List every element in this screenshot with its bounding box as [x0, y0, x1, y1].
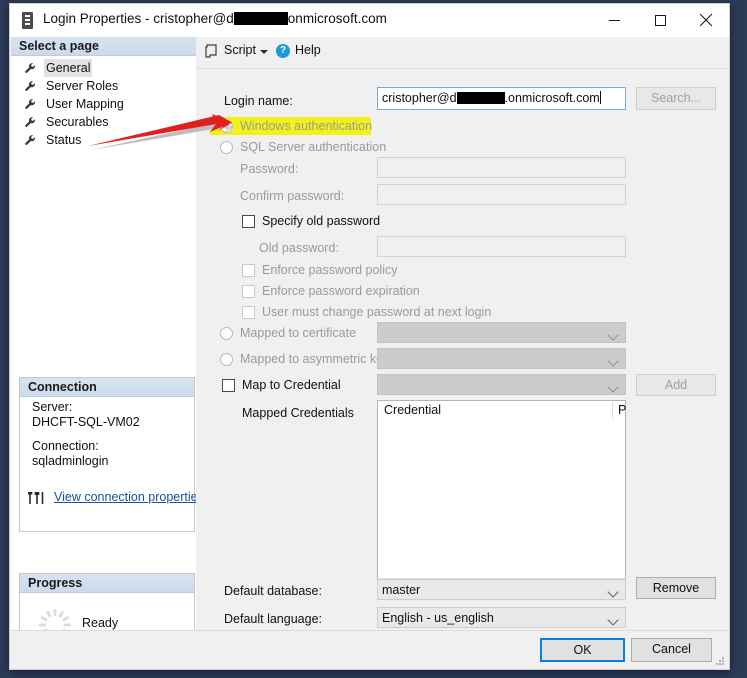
sidebar-item-server-roles[interactable]: Server Roles: [11, 77, 196, 95]
connection-value: sqladminlogin: [32, 454, 109, 468]
select-a-page-header: Select a page: [11, 37, 196, 56]
default-database-dropdown[interactable]: master: [377, 579, 626, 600]
credential-column-header: Credential: [384, 403, 441, 417]
enforce-password-policy-checkbox[interactable]: [242, 264, 255, 277]
default-language-value: English - us_english: [382, 611, 494, 625]
map-to-credential-checkbox[interactable]: [222, 379, 235, 392]
old-password-input[interactable]: [377, 236, 626, 257]
wrench-icon: [25, 117, 36, 127]
mapped-to-certificate-radio[interactable]: [220, 327, 233, 340]
default-language-label: Default language:: [224, 612, 322, 626]
confirm-password-input[interactable]: [377, 184, 626, 205]
maximize-button[interactable]: [637, 4, 683, 36]
provider-column-header: P: [618, 403, 627, 417]
toolbar: Script ? Help: [196, 37, 728, 69]
specify-old-password-checkbox[interactable]: [242, 215, 255, 228]
search-button[interactable]: Search...: [636, 87, 716, 110]
sidebar-item-label: Server Roles: [46, 79, 119, 93]
help-button[interactable]: Help: [295, 43, 321, 57]
default-language-dropdown[interactable]: English - us_english: [377, 607, 626, 628]
script-button[interactable]: Script: [224, 43, 256, 57]
mapped-credentials-listbox[interactable]: Credential P: [377, 400, 626, 597]
must-change-password-checkbox[interactable]: [242, 306, 255, 319]
connection-header: Connection: [20, 378, 194, 397]
mapped-to-certificate-label: Mapped to certificate: [240, 326, 357, 340]
wrench-icon: [25, 81, 36, 91]
title-bar: Login Properties - cristopher@d onmicroso…: [10, 4, 729, 38]
password-input[interactable]: [377, 157, 626, 178]
listbox-header: Credential P: [378, 401, 627, 421]
windows-auth-label: Windows authentication: [240, 119, 373, 133]
chevron-down-icon: [607, 329, 619, 341]
remove-button[interactable]: Remove: [636, 577, 716, 599]
must-change-password-label: User must change password at next login: [262, 305, 492, 319]
connection-tools-icon: [28, 492, 44, 504]
text-caret: [599, 91, 601, 104]
certificate-dropdown[interactable]: [377, 322, 626, 343]
chevron-down-icon: [607, 355, 619, 367]
server-value: DHCFT-SQL-VM02: [32, 415, 140, 429]
server-icon: [22, 12, 33, 29]
server-label: Server:: [32, 400, 73, 414]
default-database-label: Default database:: [224, 584, 322, 598]
progress-status: Ready: [82, 616, 119, 630]
resize-grip-icon[interactable]: [714, 655, 725, 666]
sql-auth-label: SQL Server authentication: [240, 140, 387, 154]
cancel-button[interactable]: Cancel: [631, 638, 712, 662]
view-connection-properties-link[interactable]: View connection properties: [54, 490, 204, 504]
chevron-down-icon: [607, 614, 619, 626]
credential-dropdown[interactable]: [377, 374, 626, 395]
connection-panel: Connection Server: DHCFT-SQL-VM02 Connec…: [19, 377, 204, 532]
enforce-password-expiration-checkbox[interactable]: [242, 285, 255, 298]
default-database-value: master: [382, 583, 421, 597]
mapped-credentials-label: Mapped Credentials: [242, 406, 354, 420]
chevron-down-icon: [607, 381, 619, 393]
login-name-prefix: cristopher@d: [382, 91, 457, 105]
sidebar-item-general[interactable]: General: [11, 59, 196, 77]
enforce-password-expiration-label: Enforce password expiration: [262, 284, 420, 298]
ok-button[interactable]: OK: [540, 638, 625, 662]
window-title: Login Properties - cristopher@d onmicroso…: [43, 11, 387, 26]
connection-body: Server: DHCFT-SQL-VM02 Connection: sqlad…: [32, 400, 188, 478]
mapped-to-asymmetric-key-radio[interactable]: [220, 353, 233, 366]
window-title-prefix: Login Properties - cristopher@d: [43, 11, 234, 26]
progress-header: Progress: [20, 574, 194, 593]
enforce-password-policy-label: Enforce password policy: [262, 263, 398, 277]
wrench-icon: [25, 63, 36, 73]
dialog-footer: OK Cancel: [11, 630, 728, 668]
login-name-input[interactable]: cristopher@d .onmicrosoft.com: [377, 87, 626, 110]
wrench-icon: [25, 99, 36, 109]
close-button[interactable]: [683, 4, 729, 36]
sidebar-item-label: Status: [46, 133, 82, 147]
column-divider: [612, 402, 613, 419]
map-to-credential-label: Map to Credential: [242, 378, 341, 392]
mapped-to-asymmetric-key-label: Mapped to asymmetric key: [240, 352, 390, 366]
login-name-suffix: .onmicrosoft.com: [504, 91, 600, 105]
redacted-tenant-name: [233, 12, 288, 25]
help-icon[interactable]: ?: [276, 44, 290, 58]
wrench-icon: [25, 135, 36, 145]
script-icon: [205, 44, 217, 58]
old-password-label: Old password:: [259, 241, 339, 255]
minimize-button[interactable]: [591, 4, 637, 36]
sidebar-item-label: General: [44, 59, 93, 77]
redacted-tenant-value: [456, 92, 505, 104]
red-arrow-annotation: [88, 114, 233, 150]
specify-old-password-label: Specify old password: [262, 214, 381, 228]
password-label: Password:: [240, 162, 299, 176]
asymmetric-key-dropdown[interactable]: [377, 348, 626, 369]
login-properties-window: Login Properties - cristopher@d onmicroso…: [9, 3, 730, 670]
main-content: Script ? Help Login name: cristopher@d .o…: [196, 37, 728, 631]
chevron-down-icon: [607, 586, 619, 598]
add-button[interactable]: Add: [636, 374, 716, 396]
login-name-label: Login name:: [224, 94, 293, 108]
desktop-background: Login Properties - cristopher@d onmicroso…: [0, 0, 747, 678]
chevron-down-icon[interactable]: [260, 50, 268, 54]
connection-label: Connection:: [32, 439, 99, 453]
general-page-form: Login name: cristopher@d .onmicrosoft.com…: [196, 68, 728, 631]
window-title-suffix: onmicrosoft.com: [287, 11, 387, 26]
confirm-password-label: Confirm password:: [240, 189, 345, 203]
